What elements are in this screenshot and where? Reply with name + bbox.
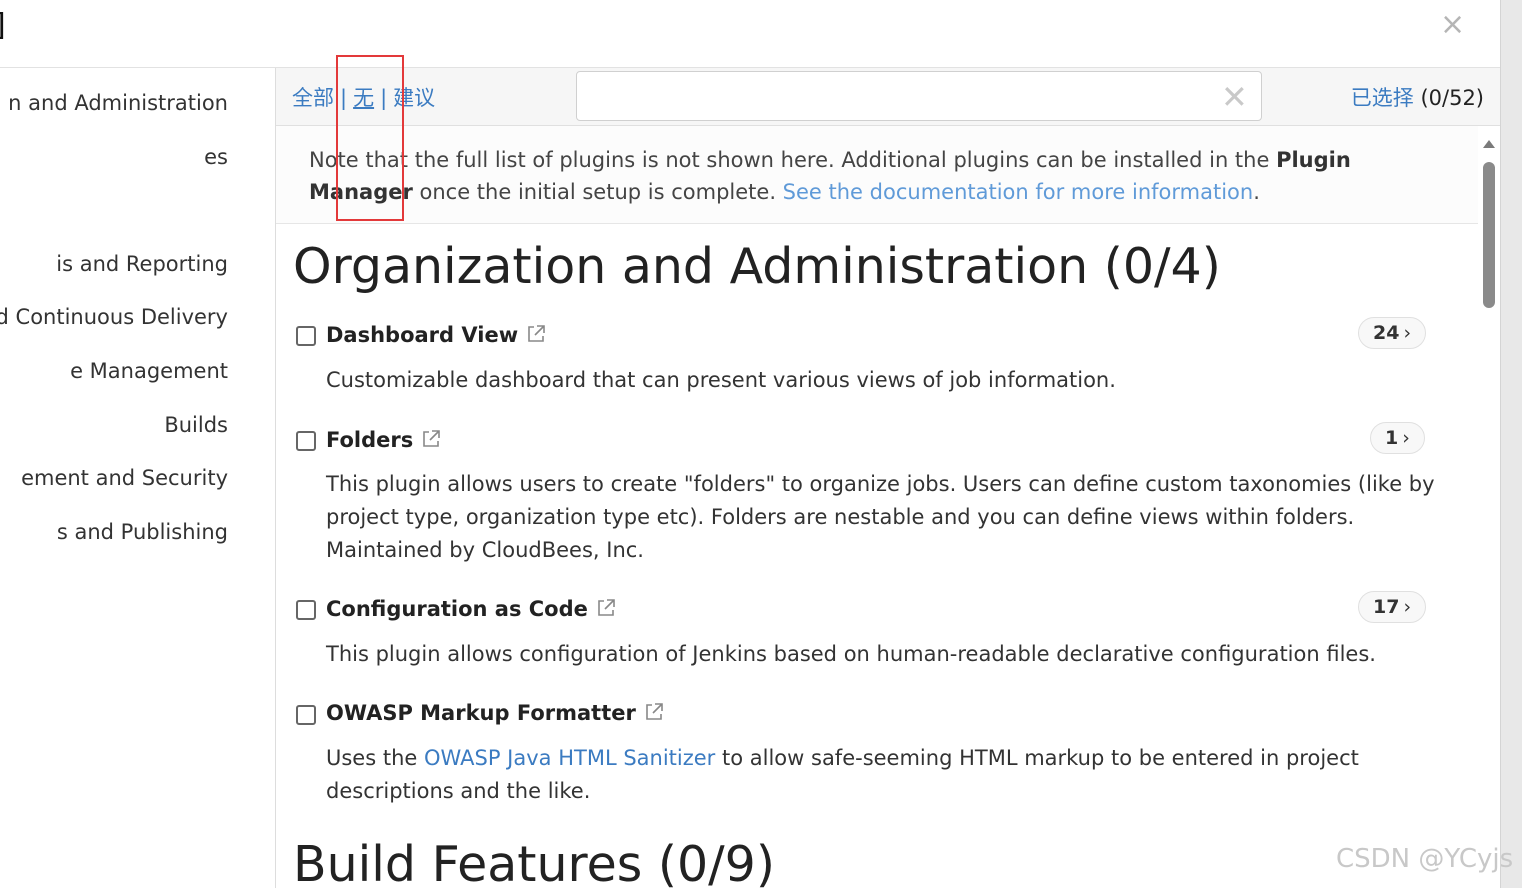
sidebar-item-build-analysis-reporting[interactable]: is and Reporting — [0, 244, 275, 284]
scroll-up-arrow-icon[interactable] — [1483, 140, 1495, 148]
sidebar-item-label: es — [204, 145, 228, 169]
plugin-description-text: Uses the — [326, 746, 424, 770]
sidebar-item-user-management-security[interactable]: ement and Security — [0, 458, 275, 498]
plugin-manager-note: Note that the full list of plugins is no… — [276, 126, 1478, 224]
plugin-description: Uses the OWASP Java HTML Sanitizer to al… — [326, 742, 1451, 808]
watermark: CSDN @YCyjs — [1336, 844, 1514, 874]
note-text: once the initial setup is complete. — [412, 180, 783, 204]
external-link-icon[interactable] — [644, 702, 664, 722]
plugin-name-label: Folders — [326, 428, 414, 452]
dependency-count: 17 — [1373, 596, 1400, 618]
dependency-count: 24 — [1373, 322, 1400, 344]
sidebar-item-organization-administration[interactable]: n and Administration — [0, 83, 275, 123]
external-link-icon[interactable] — [596, 598, 616, 618]
plugin-checkbox-folders[interactable] — [296, 431, 316, 451]
plugin-name-dashboard-view[interactable]: Dashboard View — [326, 323, 546, 347]
dependencies-badge[interactable]: 1 › — [1370, 422, 1425, 454]
filter-all-link[interactable]: 全部 — [292, 86, 334, 110]
plugin-description: Customizable dashboard that can present … — [326, 368, 1116, 392]
chevron-right-icon: › — [1403, 322, 1412, 344]
plugin-name-folders[interactable]: Folders — [326, 428, 441, 452]
plugin-list-scrollbar[interactable] — [1478, 126, 1500, 888]
sidebar-item-label: is and Reporting — [56, 252, 228, 276]
plugin-checkbox-dashboard-view[interactable] — [296, 326, 316, 346]
plugin-name-label: OWASP Markup Formatter — [326, 701, 636, 725]
sidebar-item-label: e Management — [70, 359, 228, 383]
plugin-name-label: Dashboard View — [326, 323, 519, 347]
scrollbar-thumb[interactable] — [1483, 162, 1495, 308]
annotation-highlight-box — [336, 55, 404, 221]
plugin-name-owasp-markup-formatter[interactable]: OWASP Markup Formatter — [326, 701, 664, 725]
note-text: . — [1253, 180, 1260, 204]
category-title: Organization and Administration (0/4) — [293, 238, 1221, 295]
dependencies-badge[interactable]: 24 › — [1358, 317, 1427, 349]
sidebar-item-label: s and Publishing — [56, 520, 228, 544]
dialog-header: ] × — [0, 0, 1500, 68]
page-background-gutter — [1500, 0, 1522, 888]
sidebar-item-build-features[interactable]: es — [0, 137, 275, 177]
note-text: Note that the full list of plugins is no… — [309, 148, 1277, 172]
selected-filter-link[interactable]: 已选择 — [1351, 86, 1414, 110]
sidebar-item-source-code-management[interactable]: e Management — [0, 351, 275, 391]
plugin-checkbox-configuration-as-code[interactable] — [296, 600, 316, 620]
sidebar-item-label: ement and Security — [21, 466, 228, 490]
plugin-search-box: ✕ — [576, 71, 1262, 121]
owasp-sanitizer-link[interactable]: OWASP Java HTML Sanitizer — [424, 746, 715, 770]
sidebar-item-label: Builds — [164, 413, 228, 437]
sidebar-item-label: n and Administration — [8, 91, 228, 115]
sidebar-item-distributed-builds[interactable]: Builds — [0, 405, 275, 445]
dependencies-badge[interactable]: 17 › — [1358, 591, 1427, 623]
plugin-name-configuration-as-code[interactable]: Configuration as Code — [326, 597, 616, 621]
plugin-description: This plugin allows configuration of Jenk… — [326, 642, 1376, 666]
dependency-count: 1 — [1385, 427, 1399, 449]
close-icon[interactable]: × — [1440, 8, 1465, 42]
plugin-list[interactable]: Note that the full list of plugins is no… — [276, 126, 1478, 888]
plugin-search-input[interactable] — [587, 80, 1207, 112]
chevron-right-icon: › — [1403, 596, 1412, 618]
sidebar-item-label: d Continuous Delivery — [0, 305, 228, 329]
selected-count-value: (0/52) — [1420, 86, 1484, 110]
plugin-toolbar: 全部 | 无 | 建议 ✕ 已选择 (0/52) — [276, 68, 1500, 126]
external-link-icon[interactable] — [421, 429, 441, 449]
plugin-description: This plugin allows users to create "fold… — [326, 472, 1435, 562]
chevron-right-icon: › — [1402, 427, 1410, 449]
category-title: Build Features (0/9) — [293, 836, 775, 888]
setup-dialog: ] × n and Administration es is and Repor… — [0, 0, 1500, 888]
sidebar-item-notifications-publishing[interactable]: s and Publishing — [0, 512, 275, 552]
clear-search-icon[interactable]: ✕ — [1221, 80, 1248, 114]
header-title-fragment: ] — [0, 8, 6, 43]
selected-count: 已选择 (0/52) — [1351, 82, 1484, 112]
sidebar-item-pipelines-continuous-delivery[interactable]: d Continuous Delivery — [0, 297, 275, 337]
documentation-link[interactable]: See the documentation for more informati… — [783, 180, 1254, 204]
plugin-checkbox-owasp-markup-formatter[interactable] — [296, 705, 316, 725]
category-sidebar: n and Administration es is and Reporting… — [0, 68, 276, 888]
plugin-name-label: Configuration as Code — [326, 597, 588, 621]
external-link-icon[interactable] — [526, 324, 546, 344]
